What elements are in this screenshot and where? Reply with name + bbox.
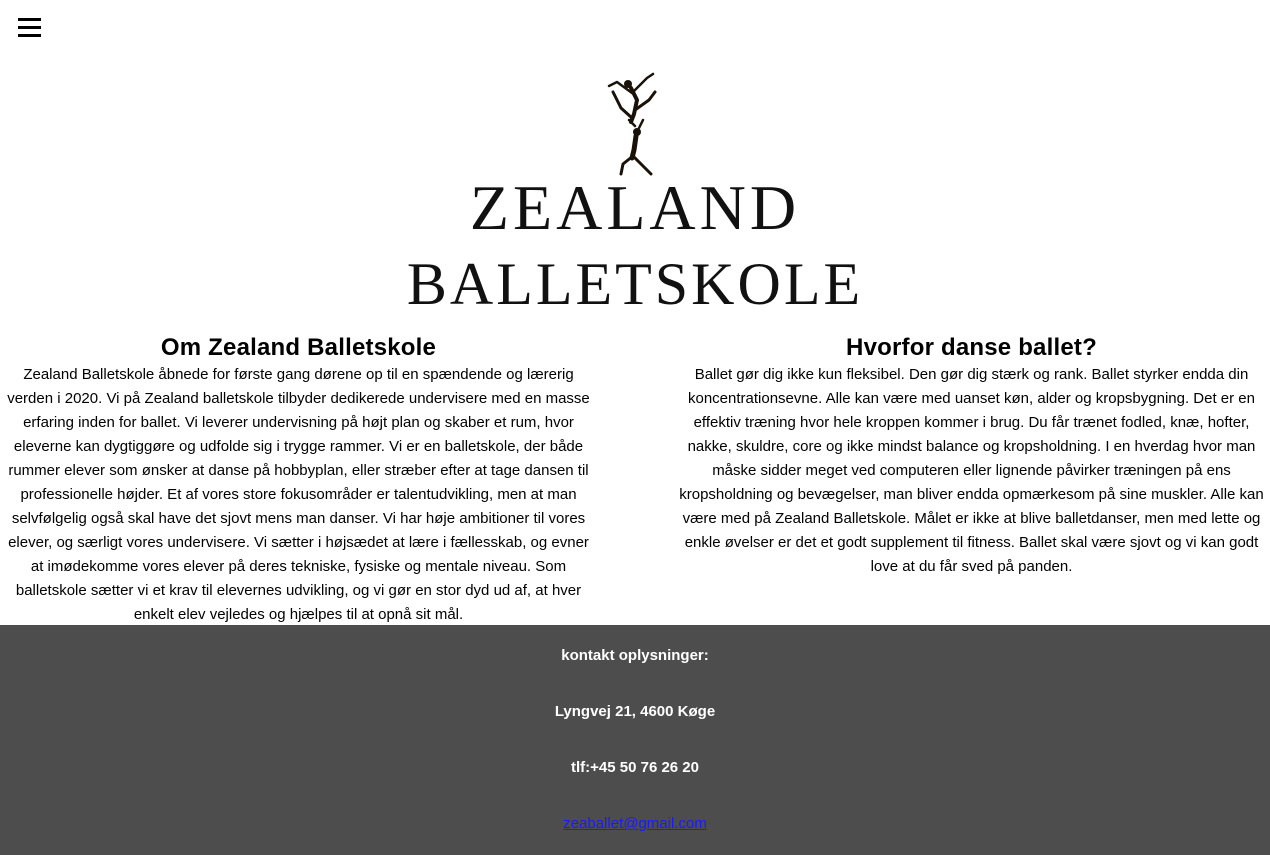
menu-bar xyxy=(18,18,41,21)
footer: kontakt oplysninger: Lyngvej 21, 4600 Kø… xyxy=(0,625,1270,855)
logo: ZEALAND BALLETSKOLE xyxy=(385,70,885,315)
email-link[interactable]: zeaballet@gmail.com xyxy=(563,815,707,832)
about-section: Om Zealand Balletskole Zealand Balletsko… xyxy=(0,333,597,627)
logo-text-balletskole: BALLETSKOLE xyxy=(406,251,864,317)
contact-email-line: zeaballet@gmail.com xyxy=(0,814,1270,834)
page: ZEALAND BALLETSKOLE Om Zealand Balletsko… xyxy=(0,0,1270,855)
why-ballet-section: Hvorfor danse ballet? Ballet gør dig ikk… xyxy=(673,333,1270,579)
about-text: Zealand Balletskole åbnede for første ga… xyxy=(7,366,590,623)
hamburger-menu-icon[interactable] xyxy=(18,18,41,38)
why-ballet-heading: Hvorfor danse ballet? xyxy=(846,334,1097,361)
contact-heading: kontakt oplysninger: xyxy=(561,647,709,664)
why-ballet-text: Ballet gør dig ikke kun fleksibel. Den g… xyxy=(679,366,1264,575)
ballet-dancers-silhouette xyxy=(607,72,657,176)
menu-bar xyxy=(18,34,41,37)
contact-address: Lyngvej 21, 4600 Køge xyxy=(554,703,716,720)
contact-phone: tlf:+45 50 76 26 20 xyxy=(570,759,699,776)
logo-text-zealand: ZEALAND xyxy=(469,172,801,243)
about-heading: Om Zealand Balletskole xyxy=(160,334,437,361)
menu-bar xyxy=(18,26,41,29)
